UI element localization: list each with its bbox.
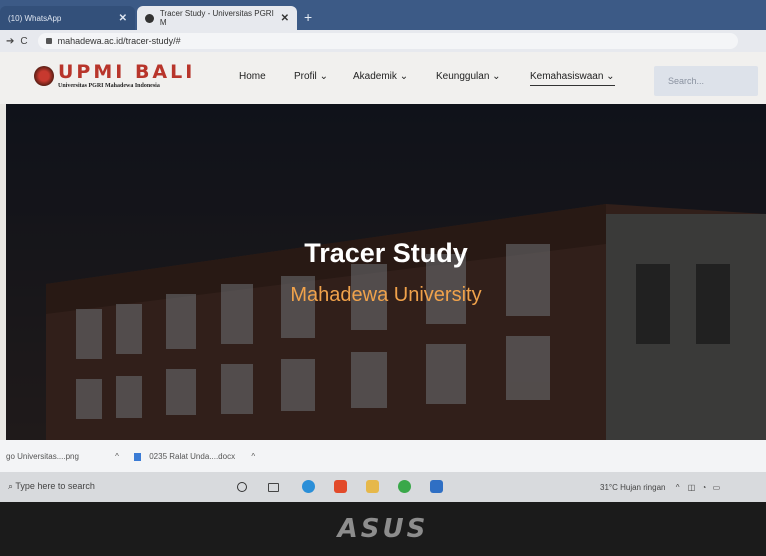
download-label: 0235 Ralat Unda....docx (149, 452, 236, 461)
volume-icon[interactable]: ◔ (702, 483, 707, 492)
battery-icon[interactable]: ▭ (713, 483, 721, 492)
chevron-down-icon: ⌄ (319, 71, 328, 82)
url-field[interactable]: mahadewa.ac.id/tracer-study/# (37, 33, 738, 49)
logo-emblem-icon[interactable] (34, 66, 54, 86)
nav-label: Akademik (353, 71, 397, 82)
cortana-icon[interactable] (237, 482, 247, 492)
laptop-bezel: ASUS (0, 502, 766, 556)
edge-icon[interactable] (302, 480, 315, 493)
tab-label: (10) WhatsApp (8, 13, 62, 23)
chevron-up-icon[interactable]: ^ (251, 452, 255, 461)
address-bar: ➔ C mahadewa.ac.id/tracer-study/# (0, 30, 766, 52)
building-photo (6, 104, 766, 440)
nav-label: Kemahasiswaan (530, 71, 604, 82)
logo-subtitle: Universitas PGRI Mahadewa Indonesia (58, 83, 160, 89)
chevron-up-icon[interactable]: ^ (115, 452, 119, 461)
hero-banner: Tracer Study Mahadewa University (6, 104, 766, 440)
download-bar: go Universitas....png ^ 0235 Ralat Unda.… (0, 440, 766, 472)
reload-icon[interactable]: C (20, 36, 27, 47)
chevron-down-icon: ⌄ (399, 71, 409, 82)
chevron-up-icon[interactable]: ^ (676, 483, 680, 492)
lock-icon (45, 38, 52, 44)
file-explorer-icon[interactable] (366, 480, 379, 493)
task-view-icon[interactable] (268, 483, 279, 492)
network-icon[interactable]: ◫ (688, 483, 696, 492)
nav-profil[interactable]: Profil ⌄ (294, 71, 328, 82)
browser-tab-bar: (10) WhatsApp ✕ Tracer Study - Universit… (0, 0, 766, 30)
nav-label: Keunggulan (436, 71, 490, 82)
hero-subtitle: Mahadewa University (290, 284, 482, 306)
taskbar-search-placeholder: Type here to search (15, 481, 95, 491)
office-icon[interactable] (334, 480, 347, 493)
download-label: go Universitas....png (6, 452, 79, 461)
search-input[interactable]: Search... (654, 66, 758, 96)
tab-whatsapp[interactable]: (10) WhatsApp ✕ (0, 6, 135, 30)
new-tab-icon[interactable]: + (304, 9, 312, 25)
chevron-down-icon: ⌄ (492, 71, 501, 82)
nav-label: Profil (294, 71, 317, 82)
word-icon[interactable] (430, 480, 443, 493)
nav-keunggulan[interactable]: Keunggulan ⌄ (436, 71, 501, 82)
search-icon: ⌕ (8, 481, 14, 491)
download-item[interactable]: 0235 Ralat Unda....docx ^ (134, 452, 255, 461)
download-item[interactable]: go Universitas....png ^ (6, 452, 119, 461)
forward-icon[interactable]: ➔ (6, 36, 14, 47)
tab-label: Tracer Study - Universitas PGRI M (159, 9, 274, 27)
chrome-icon[interactable] (398, 480, 411, 493)
windows-taskbar: ⌕ Type here to search 31°C Hujan ringan … (0, 472, 766, 502)
system-tray: 31°C Hujan ringan ^ ◫ ◔ ▭ (600, 483, 720, 492)
taskbar-search[interactable]: ⌕ Type here to search (8, 481, 95, 492)
close-icon[interactable]: ✕ (281, 13, 289, 24)
logo-name[interactable]: UPMI BALI (58, 61, 195, 83)
photo-of-screen: (10) WhatsApp ✕ Tracer Study - Universit… (0, 0, 766, 556)
chevron-down-icon: ⌄ (606, 71, 615, 82)
nav-home[interactable]: Home (239, 71, 266, 82)
nav-akademik[interactable]: Akademik ⌄ (353, 71, 408, 82)
tab-tracer-study[interactable]: Tracer Study - Universitas PGRI M ✕ (137, 6, 297, 30)
weather-text[interactable]: 31°C Hujan ringan (600, 483, 665, 492)
close-icon[interactable]: ✕ (119, 13, 127, 24)
hero-title: Tracer Study (304, 238, 468, 268)
favicon-icon (145, 13, 154, 23)
word-doc-icon (134, 452, 141, 461)
brand-logo: ASUS (337, 514, 429, 544)
nav-kemahasiswaan[interactable]: Kemahasiswaan ⌄ (530, 71, 615, 86)
url-text: mahadewa.ac.id/tracer-study/# (57, 36, 181, 46)
